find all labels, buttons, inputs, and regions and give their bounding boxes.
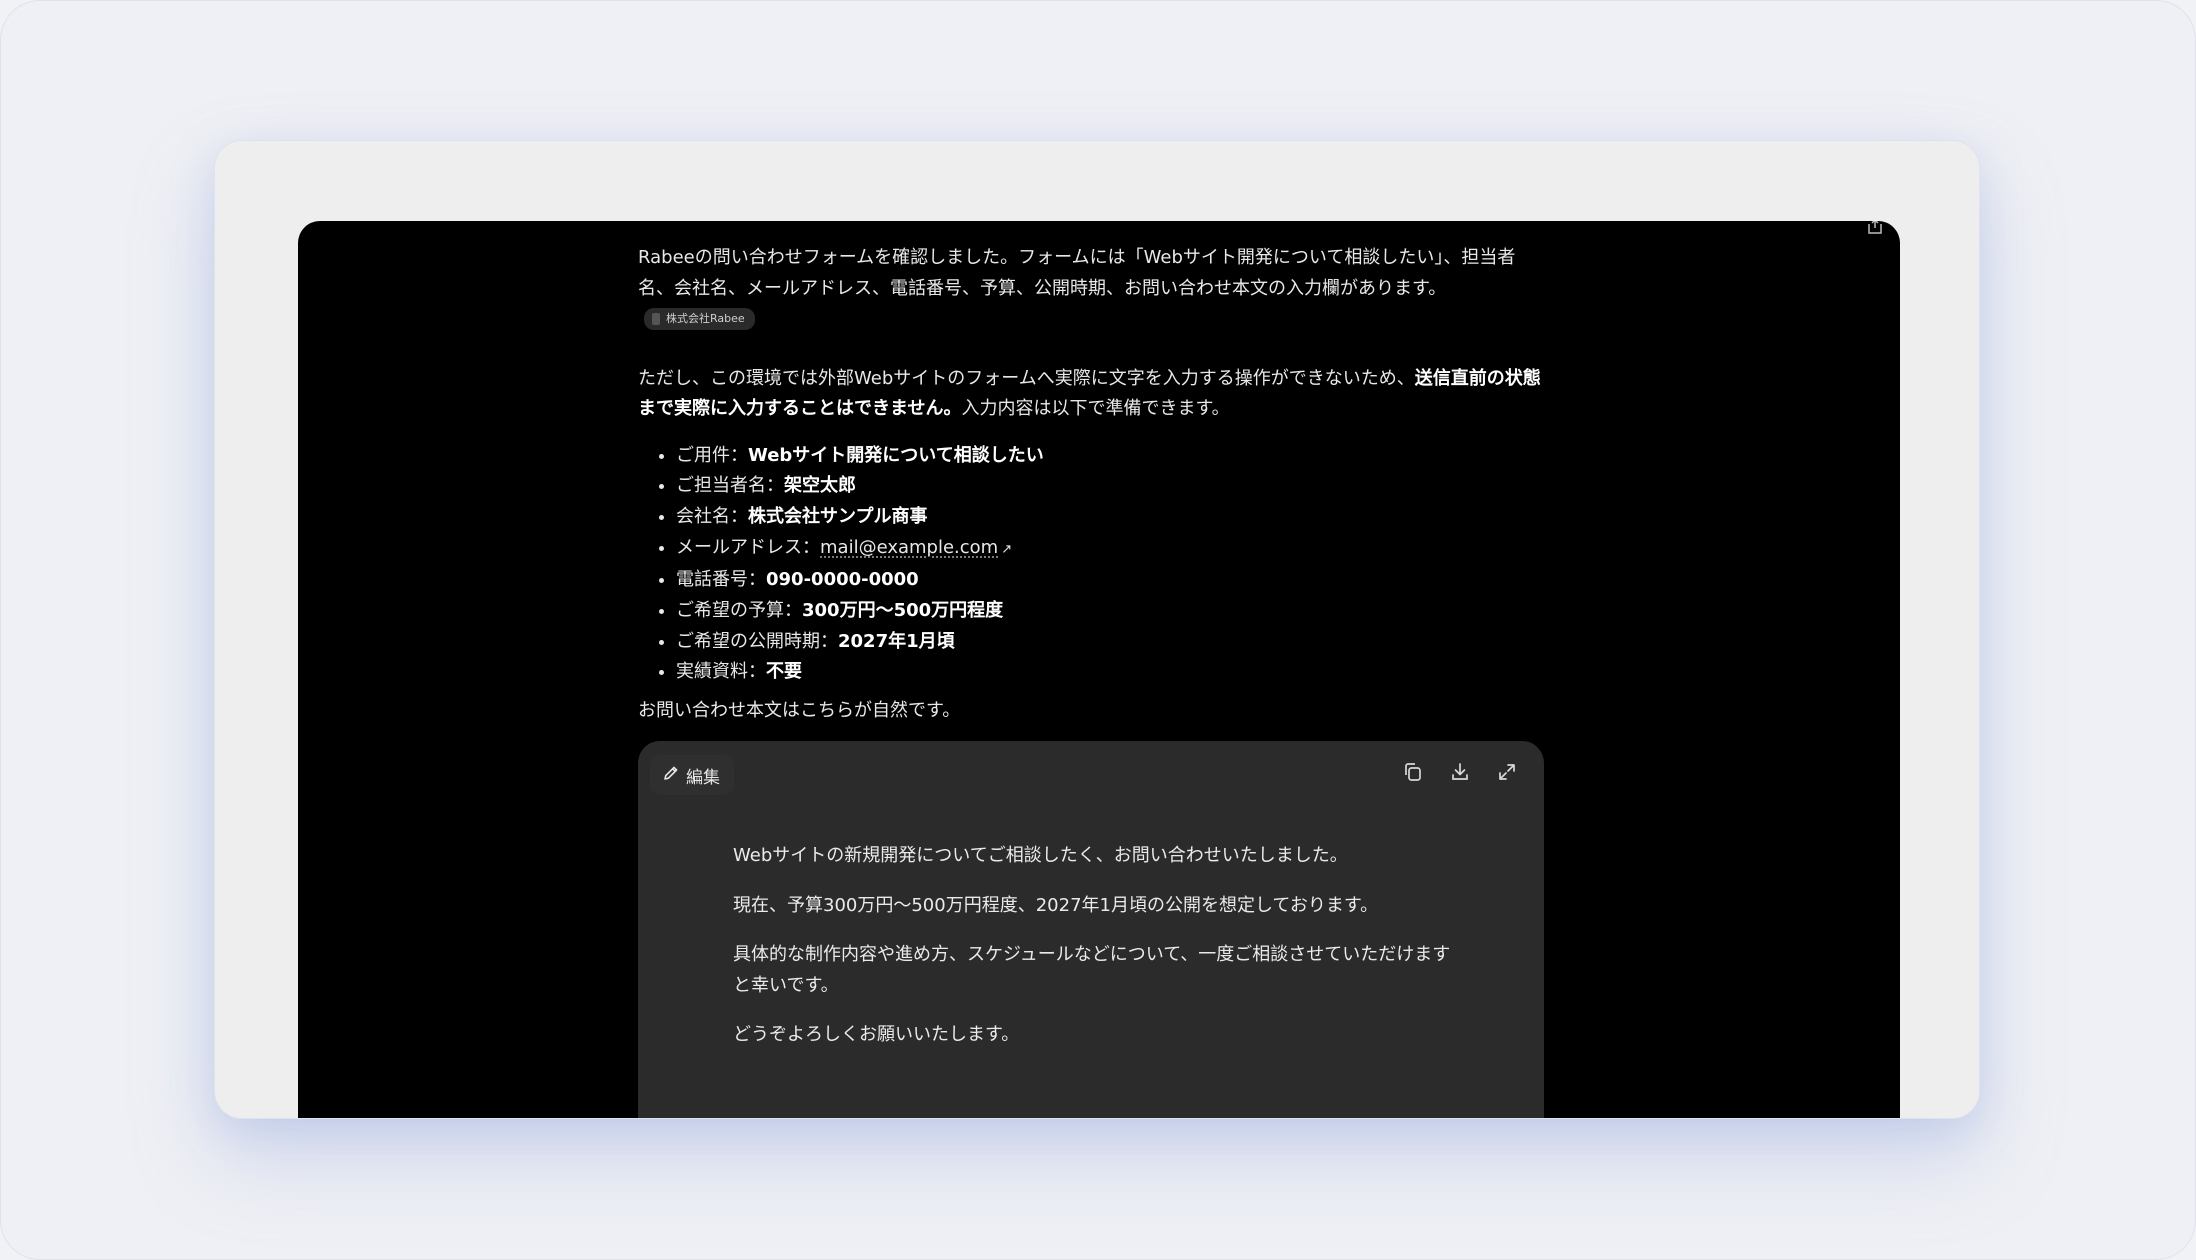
source-citation-chip[interactable]: 株式会社Rabee	[644, 308, 755, 330]
draft-editor-card: 編集 Webサイトの新規開発についてご相談したく、お問い合わせいたしました。 現…	[638, 741, 1544, 1118]
field-label: ご希望の予算：	[676, 600, 802, 622]
draft-body[interactable]: Webサイトの新規開発についてご相談したく、お問い合わせいたしました。 現在、予…	[733, 841, 1453, 1070]
list-item: ご希望の公開時期：2027年1月頃	[676, 627, 1548, 658]
pencil-icon	[662, 764, 680, 787]
form-field-list: ご用件：Webサイト開発について相談したい ご担当者名：架空太郎 会社名：株式会…	[638, 441, 1548, 689]
field-label: 電話番号：	[676, 569, 766, 591]
assistant-message: Rabeeの問い合わせフォームを確認しました。フォームには「Webサイト開発につ…	[638, 243, 1548, 727]
favicon-icon	[652, 313, 660, 325]
field-label: メールアドレス：	[676, 536, 820, 558]
body-lead-text: お問い合わせ本文はこちらが自然です。	[638, 700, 961, 722]
edit-button[interactable]: 編集	[650, 755, 734, 795]
field-label: 会社名：	[676, 505, 748, 527]
list-item: 会社名：株式会社サンプル商事	[676, 502, 1548, 533]
field-value: 2027年1月頃	[838, 630, 955, 652]
list-item: 電話番号：090-0000-0000	[676, 565, 1548, 596]
field-value: 090-0000-0000	[766, 569, 919, 591]
draft-paragraph: 現在、予算300万円〜500万円程度、2027年1月頃の公開を想定しております。	[733, 894, 1379, 916]
field-value: 300万円〜500万円程度	[802, 600, 1004, 622]
list-item: ご希望の予算：300万円〜500万円程度	[676, 596, 1548, 627]
draft-paragraph: 具体的な制作内容や進め方、スケジュールなどについて、一度ご相談させていただけます…	[733, 944, 1451, 996]
caveat-text: ただし、この環境では外部Webサイトのフォームへ実際に文字を入力する操作ができな…	[638, 367, 1415, 389]
copy-icon[interactable]	[1400, 759, 1426, 785]
expand-icon[interactable]	[1494, 759, 1520, 785]
edit-button-label: 編集	[686, 767, 720, 788]
list-item: メールアドレス：mail@example.com↗	[676, 533, 1548, 566]
field-label: ご担当者名：	[676, 475, 784, 497]
list-item: 実績資料：不要	[676, 657, 1548, 688]
window-card: Rabeeの問い合わせフォームを確認しました。フォームには「Webサイト開発につ…	[214, 140, 1980, 1119]
caveat-suffix: 入力内容は以下で準備できます。	[961, 398, 1230, 419]
field-label: ご用件：	[676, 444, 748, 466]
field-value: Webサイト開発について相談したい	[748, 444, 1044, 466]
list-item: ご担当者名：架空太郎	[676, 471, 1548, 502]
field-label: ご希望の公開時期：	[676, 630, 838, 652]
draft-paragraph: どうぞよろしくお願いいたします。	[733, 1024, 1020, 1045]
share-icon[interactable]	[1866, 221, 1884, 234]
download-icon[interactable]	[1447, 759, 1473, 785]
field-value: 株式会社サンプル商事	[748, 505, 928, 527]
external-link-icon: ↗	[1001, 541, 1013, 557]
field-value: 不要	[766, 661, 802, 683]
field-value: 架空太郎	[784, 475, 856, 497]
source-chip-label: 株式会社Rabee	[666, 311, 745, 325]
list-item: ご用件：Webサイト開発について相談したい	[676, 441, 1548, 472]
field-label: 実績資料：	[676, 661, 766, 683]
caveat-paragraph: ただし、この環境では外部Webサイトのフォームへ実際に文字を入力する操作ができな…	[638, 364, 1548, 425]
email-link[interactable]: mail@example.com	[820, 537, 998, 558]
chat-screen: Rabeeの問い合わせフォームを確認しました。フォームには「Webサイト開発につ…	[298, 221, 1900, 1118]
draft-paragraph: Webサイトの新規開発についてご相談したく、お問い合わせいたしました。	[733, 845, 1348, 866]
intro-text: Rabeeの問い合わせフォームを確認しました。フォームには「Webサイト開発につ…	[638, 247, 1516, 299]
intro-paragraph: Rabeeの問い合わせフォームを確認しました。フォームには「Webサイト開発につ…	[638, 243, 1548, 304]
